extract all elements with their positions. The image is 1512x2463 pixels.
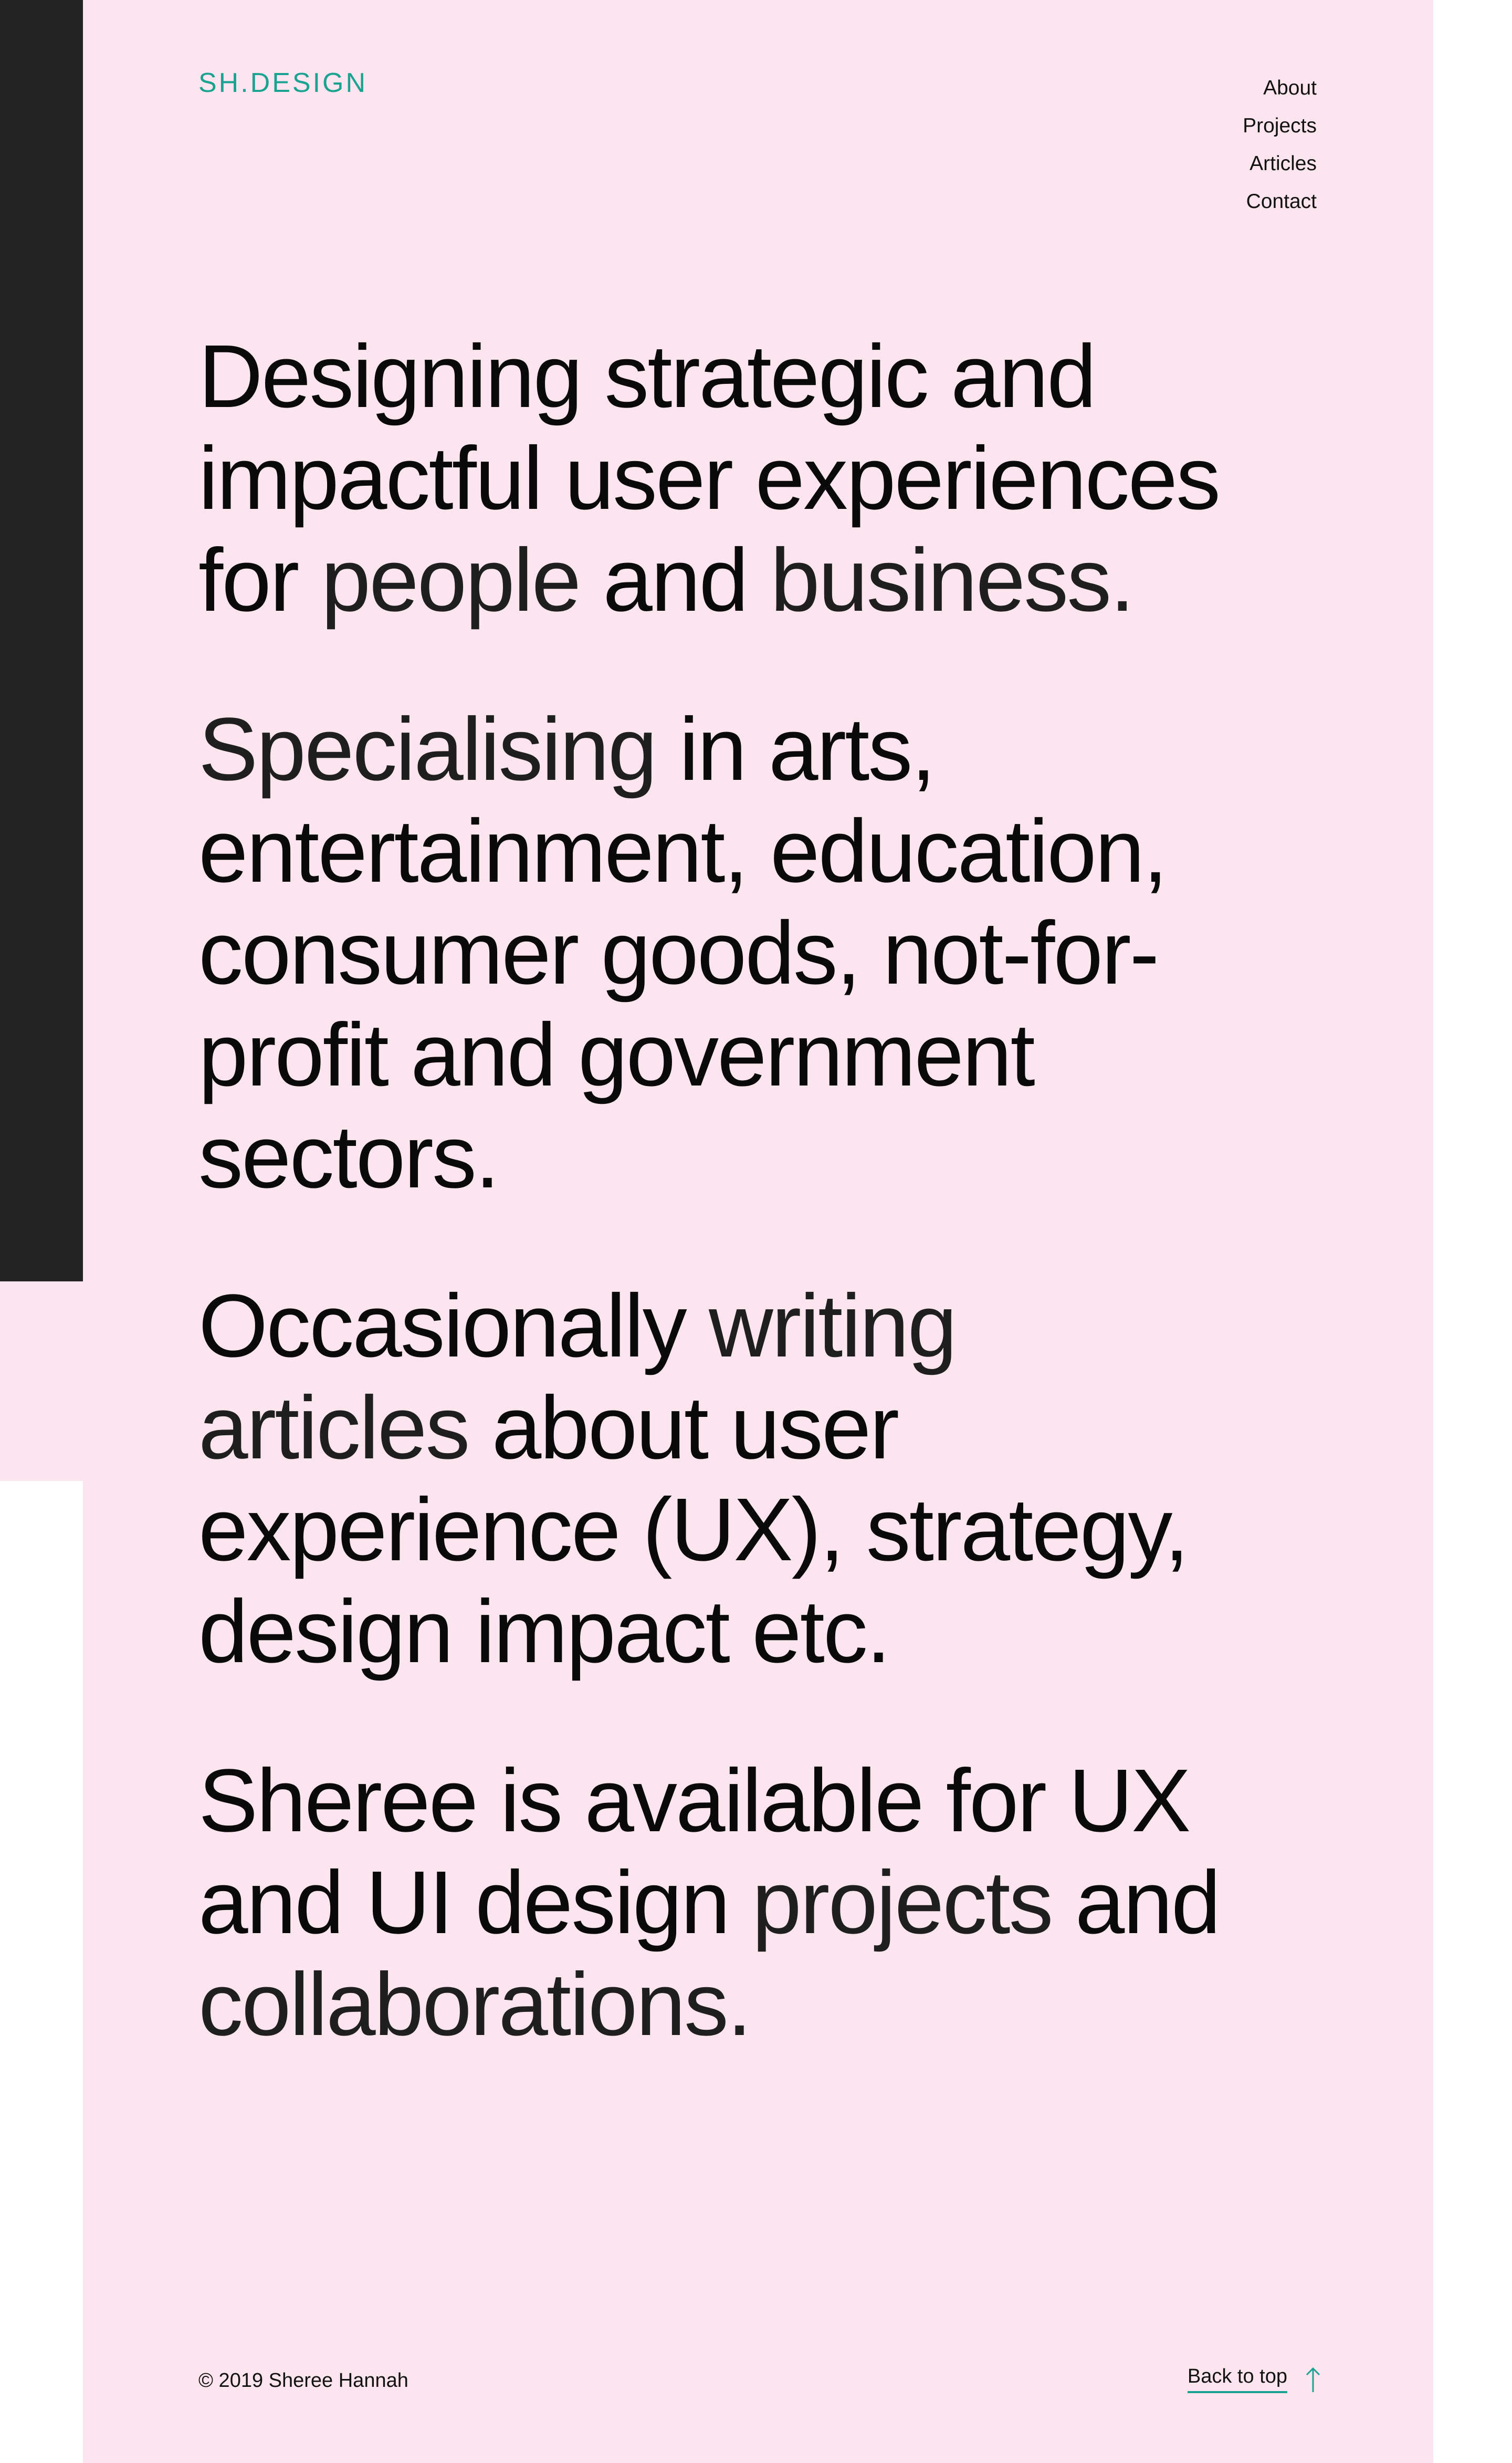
back-to-top-link[interactable]: Back to top bbox=[1187, 2365, 1321, 2393]
arrow-up-icon bbox=[1306, 2367, 1320, 2392]
nav-item-contact[interactable]: Contact bbox=[1243, 183, 1317, 221]
intro-text-strong: and bbox=[580, 530, 771, 630]
page-content: SH.DESIGN About Projects Articles Contac… bbox=[83, 0, 1433, 2463]
intro-text-light: collaborations. bbox=[198, 1955, 752, 2054]
intro-text-light: business. bbox=[770, 530, 1135, 630]
main-nav: About Projects Articles Contact bbox=[1243, 69, 1317, 221]
left-pink-strip bbox=[0, 1281, 83, 1481]
intro-text-strong: and bbox=[1052, 1853, 1221, 1953]
intro-text-light: projects bbox=[752, 1853, 1053, 1953]
intro-section: Designing strategic and impactful user e… bbox=[198, 326, 1227, 2123]
site-logo[interactable]: SH.DESIGN bbox=[198, 67, 368, 99]
left-dark-strip bbox=[0, 0, 83, 1281]
footer-copyright: © 2019 Sheree Hannah bbox=[198, 2370, 408, 2392]
back-to-top-label: Back to top bbox=[1187, 2365, 1287, 2393]
intro-paragraph-articles: Occasionally writing articles about user… bbox=[198, 1275, 1227, 1683]
nav-item-projects[interactable]: Projects bbox=[1243, 107, 1317, 145]
intro-text-light: people bbox=[321, 530, 581, 630]
nav-item-articles[interactable]: Articles bbox=[1243, 145, 1317, 183]
intro-text-light: Specialising bbox=[198, 700, 657, 799]
intro-paragraph-availability: Sheree is available for UX and UI design… bbox=[198, 1750, 1227, 2055]
intro-text-strong: Occasionally bbox=[198, 1276, 709, 1376]
intro-paragraph-design: Designing strategic and impactful user e… bbox=[198, 326, 1227, 631]
nav-item-about[interactable]: About bbox=[1243, 69, 1317, 107]
intro-paragraph-sectors: Specialising in arts, entertainment, edu… bbox=[198, 698, 1227, 1208]
